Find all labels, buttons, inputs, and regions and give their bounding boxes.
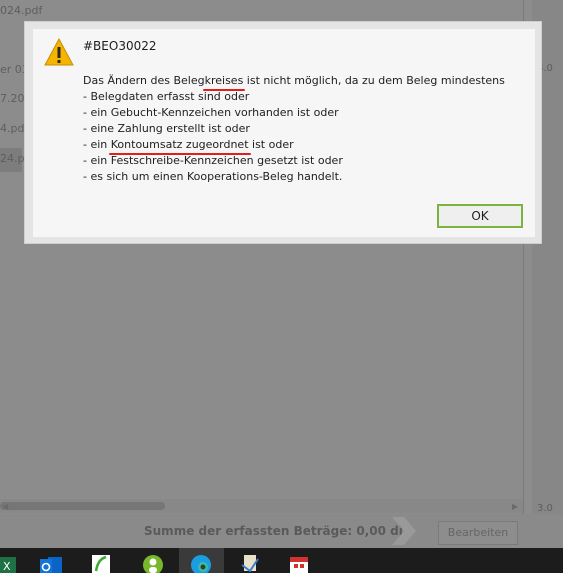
ok-button[interactable]: OK	[437, 204, 523, 228]
dialog-message: Das Ändern des Belegkreises ist nicht mö…	[83, 73, 528, 185]
message-line: - eine Zahlung erstellt ist oder	[83, 122, 250, 135]
message-text: ist nicht möglich, da zu dem Beleg minde…	[243, 74, 505, 87]
contact-icon[interactable]	[142, 553, 164, 573]
message-text: - ein	[83, 138, 111, 151]
spellcheck-underlined-text: kreises	[204, 74, 244, 87]
message-text: ist oder	[248, 138, 294, 151]
svg-text:X: X	[3, 560, 11, 573]
scroll-left-icon[interactable]: ◀	[2, 502, 8, 511]
message-line: Das Ändern des Belegkreises ist nicht mö…	[83, 73, 528, 89]
message-line: - Belegdaten erfasst sind oder	[83, 90, 250, 103]
scroll-right-icon[interactable]: ▶	[512, 502, 518, 511]
message-line: - es sich um einen Kooperations-Beleg ha…	[83, 170, 343, 183]
warning-icon	[44, 38, 74, 66]
scrollbar-thumb[interactable]	[0, 502, 165, 510]
outlook-icon[interactable]	[40, 553, 62, 573]
chevron-right-icon	[392, 517, 416, 545]
message-line: - ein Festschreibe-Kennzeichen gesetzt i…	[83, 154, 343, 167]
message-text: Das Ändern des Beleg	[83, 74, 205, 87]
taskbar	[0, 548, 563, 573]
edit-button[interactable]: Bearbeiten	[438, 521, 518, 545]
spellcheck-underlined-text: Kontoumsatz zugeordnet	[110, 138, 249, 151]
message-line: - ein Kontoumsatz zugeordnet ist oder	[83, 137, 528, 153]
right-pane-text: 3.0	[537, 503, 553, 514]
app-icon[interactable]	[90, 553, 112, 573]
store-icon[interactable]	[288, 553, 310, 573]
message-line: - ein Gebucht-Kennzeichen vorhanden ist …	[83, 106, 339, 119]
file-entry[interactable]: 024.pdf	[0, 4, 42, 17]
edge-icon[interactable]	[190, 553, 212, 573]
document-scan-icon[interactable]	[240, 553, 262, 573]
error-code: #BEO30022	[83, 39, 157, 53]
sum-label: Summe der erfassten Beträge: 0,00 div.	[144, 524, 415, 538]
excel-icon[interactable]: X	[0, 553, 22, 573]
